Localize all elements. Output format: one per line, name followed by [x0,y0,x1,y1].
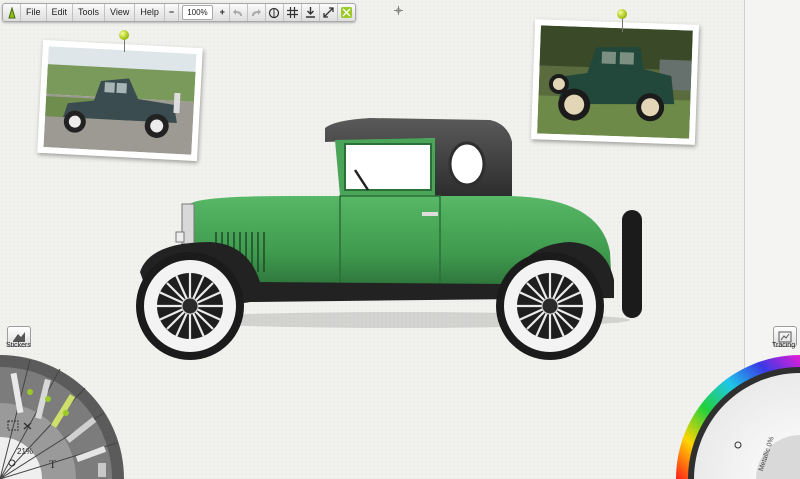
zoom-in-button[interactable]: + [216,4,230,21]
symmetry-icon[interactable] [266,4,284,21]
zoom-level[interactable]: 100% [182,5,213,20]
tracing-label: Tracing [772,342,796,349]
text-tool-icon[interactable]: T [49,457,56,472]
rear-wheel [496,252,604,360]
menu-tools[interactable]: Tools [73,4,106,21]
menu-bar: File Edit Tools View Help − 100% + [2,3,356,22]
zoom-out-button[interactable]: − [165,4,180,21]
pushpin-icon [617,9,627,19]
stickers-label: Stickers [6,342,31,349]
menu-view[interactable]: View [105,4,136,21]
color-wheel[interactable] [676,355,800,479]
grid-icon[interactable] [284,4,302,21]
tracing-icon [778,331,792,342]
brush-tool-wheel[interactable] [0,355,124,479]
brush-size-percent: 21% [17,447,34,456]
undo-icon[interactable] [230,4,248,21]
menu-help[interactable]: Help [135,4,165,21]
pin-thread [622,18,623,32]
crosshair-icon [394,6,403,15]
stickers-icon [13,331,25,342]
pin-thread [124,38,125,52]
front-wheel [136,252,244,360]
collapse-icon[interactable] [338,4,355,21]
pushpin-icon [119,30,129,40]
menu-edit[interactable]: Edit [47,4,74,21]
car-drawing[interactable] [130,112,660,362]
fullscreen-icon[interactable] [320,4,338,21]
export-icon[interactable] [302,4,320,21]
redo-icon[interactable] [248,4,266,21]
menu-file[interactable]: File [21,4,47,21]
brush-icon[interactable] [3,4,21,21]
